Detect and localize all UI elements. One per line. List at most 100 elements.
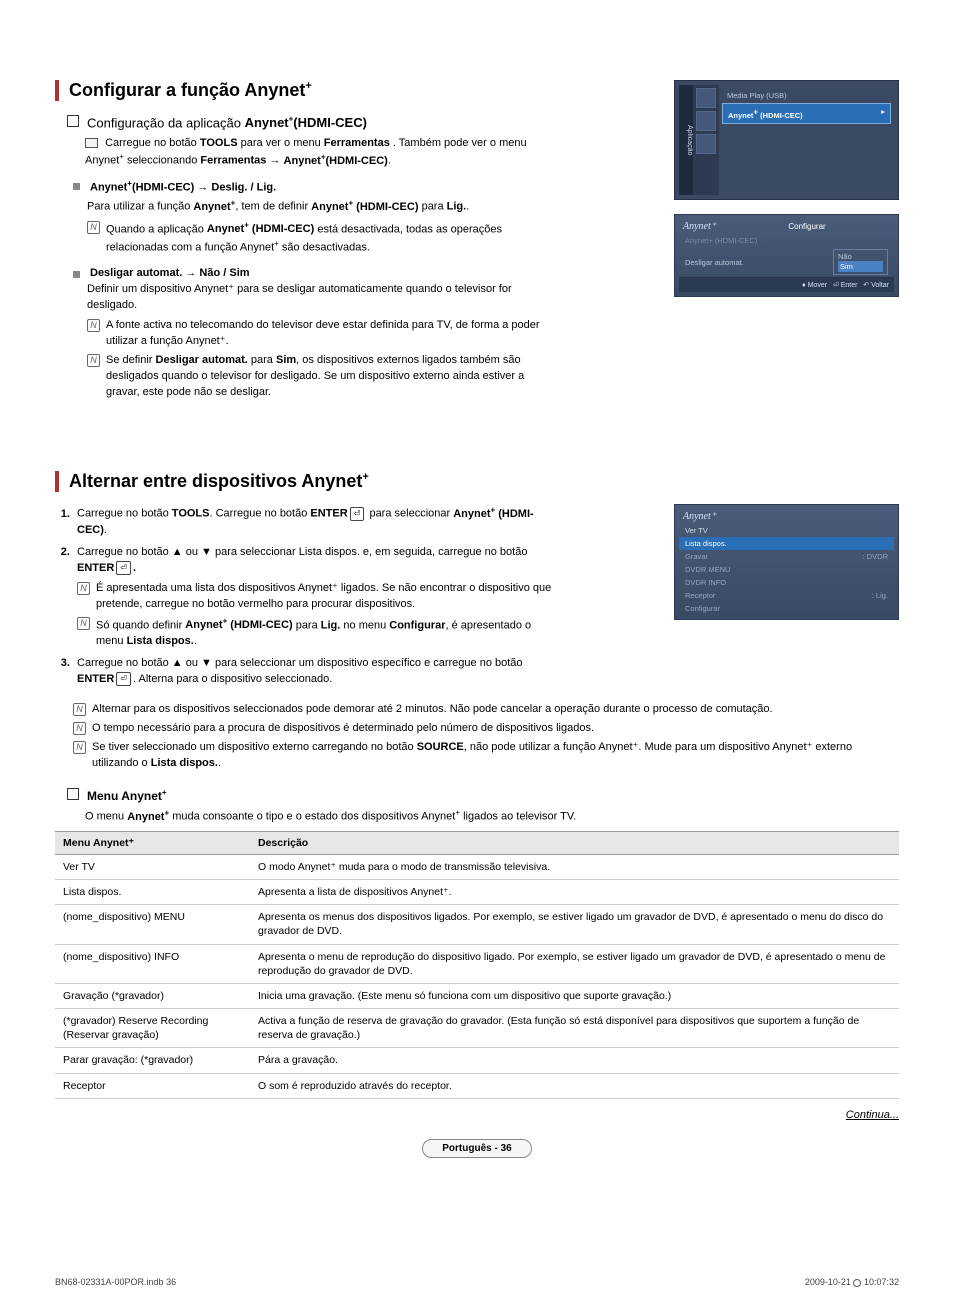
feature-autooff: Desligar automat. → Não / Sim — [69, 267, 555, 279]
table-row: (*gravador) Reserve Recording (Reservar … — [55, 1009, 899, 1048]
table-header-menu: Menu Anynet⁺ — [55, 831, 250, 854]
checkbox-icon — [67, 115, 79, 127]
feature-autooff-note1: A fonte activa no telecomando do televis… — [87, 318, 555, 350]
osd-value-box[interactable]: Não Sim — [833, 249, 888, 275]
language-page-pill: Português - 36 — [422, 1139, 532, 1158]
enter-icon: ⏎ — [350, 507, 365, 521]
note-icon — [73, 741, 86, 754]
enter-icon: ⏎ — [116, 561, 131, 575]
tools-icon — [85, 138, 98, 148]
osd-selected-value[interactable]: Sim — [838, 261, 883, 272]
osd-menu-item[interactable]: Gravar: DVDR — [679, 550, 894, 563]
anynet-menu-table: Menu Anynet⁺ Descrição Ver TVO modo Anyn… — [55, 831, 899, 1099]
osd-row-autooff[interactable]: Desligar automat. Não Sim — [679, 247, 894, 277]
osd-item-anynet[interactable]: Anynet+ (HDMI-CEC) ▸ — [722, 103, 891, 124]
osd-menu-item[interactable]: Receptor: Lig. — [679, 589, 894, 602]
osd-anynet-menu: Anynet⁺ Ver TV Lista dispos. Gravar: DVD… — [674, 504, 899, 620]
osd-menu-item[interactable]: DVDR MENU — [679, 563, 894, 576]
osd-config-title: Configurar — [720, 222, 894, 231]
table-row: (nome_dispositivo) INFOApresenta o menu … — [55, 944, 899, 983]
table-row: ReceptorO som é reproduzido através do r… — [55, 1073, 899, 1098]
note-icon — [87, 221, 100, 234]
clock-icon — [853, 1279, 861, 1287]
anynet-logo: Anynet⁺ — [679, 219, 720, 234]
global-note-3: Se tiver seleccionado um dispositivo ext… — [73, 740, 899, 772]
feature-anynet-note: Quando a aplicação Anynet+ (HDMI-CEC) es… — [87, 220, 555, 257]
steps-list: Carregue no botão TOOLS. Carregue no bot… — [73, 504, 555, 688]
osd-icon — [696, 88, 716, 108]
config-subheading: Configuração da aplicação Anynet+(HDMI-C… — [67, 113, 555, 130]
section2-heading-bar: Alternar entre dispositivos Anynet+ — [55, 471, 899, 492]
table-cell-desc: Inicia uma gravação. (Este menu só funci… — [250, 983, 899, 1008]
table-cell-menu: (nome_dispositivo) MENU — [55, 905, 250, 944]
osd-menu-item-selected[interactable]: Lista dispos. — [679, 537, 894, 550]
section2-title: Alternar entre dispositivos Anynet+ — [69, 471, 899, 492]
table-cell-desc: Pára a gravação. — [250, 1048, 899, 1073]
table-cell-menu: Lista dispos. — [55, 880, 250, 905]
anynet-logo: Anynet⁺ — [679, 509, 894, 524]
note-icon — [73, 703, 86, 716]
square-bullet-icon — [73, 183, 80, 190]
table-cell-desc: Apresenta os menus dos dispositivos liga… — [250, 905, 899, 944]
osd-vertical-tab: Aplicação — [679, 85, 693, 195]
osd-footer: ♦ Mover ⏎ Enter ↶ Voltar — [679, 277, 894, 292]
table-cell-menu: Parar gravação: (*gravador) — [55, 1048, 250, 1073]
section2-title-text: Alternar entre dispositivos Anynet — [69, 471, 362, 491]
table-header-desc: Descrição — [250, 831, 899, 854]
footer-date: 2009-10-21 — [805, 1277, 854, 1287]
table-row: Gravação (*gravador)Inicia uma gravação.… — [55, 983, 899, 1008]
menu-anynet-intro: O menu Anynet+ muda consoante o tipo e o… — [85, 807, 899, 825]
step-3: Carregue no botão ▲ ou ▼ para selecciona… — [73, 656, 555, 688]
table-cell-desc: Activa a função de reserva de gravação d… — [250, 1009, 899, 1048]
osd-item-media-play[interactable]: Media Play (USB) — [722, 88, 891, 103]
feature-anynet-toggle: Anynet+(HDMI-CEC) → Deslig. / Lig. — [69, 179, 555, 194]
osd-row-anynet[interactable]: Anynet+ (HDMI-CEC) — [679, 234, 894, 247]
page-footer: BN68-02331A-00POR.indb 36 2009-10-21 10:… — [55, 1277, 899, 1287]
osd-menu-item[interactable]: DVDR INFO — [679, 576, 894, 589]
global-note-2: O tempo necessário para a procura de dis… — [73, 721, 899, 737]
osd-icon — [696, 134, 716, 154]
step-1: Carregue no botão TOOLS. Carregue no bot… — [73, 504, 555, 539]
square-bullet-icon — [73, 271, 80, 278]
footer-time: 10:07:32 — [864, 1277, 899, 1287]
table-cell-menu: (nome_dispositivo) INFO — [55, 944, 250, 983]
table-cell-menu: Ver TV — [55, 854, 250, 879]
table-cell-desc: Apresenta a lista de dispositivos Anynet… — [250, 880, 899, 905]
enter-icon: ⏎ — [116, 672, 131, 686]
menu-anynet-heading: Menu Anynet+ — [67, 786, 899, 803]
section1-title-text: Configurar a função Anynet — [69, 80, 305, 100]
step2-note1: É apresentada uma lista dos dispositivos… — [77, 581, 555, 613]
table-cell-desc: Apresenta o menu de reprodução do dispos… — [250, 944, 899, 983]
step2-note2: Só quando definir Anynet+ (HDMI-CEC) par… — [77, 616, 555, 651]
tools-instruction: Carregue no botão TOOLS para ver o menu … — [85, 136, 555, 169]
osd-menu-item[interactable]: Ver TV — [679, 524, 894, 537]
table-cell-menu: Gravação (*gravador) — [55, 983, 250, 1008]
osd-icon-column — [693, 85, 719, 195]
osd-application-menu: Aplicação Media Play (USB) Anynet+ (HDMI… — [674, 80, 899, 200]
checkbox-icon — [67, 788, 79, 800]
table-cell-desc: O modo Anynet⁺ muda para o modo de trans… — [250, 854, 899, 879]
feature-autooff-note2: Se definir Desligar automat. para Sim, o… — [87, 353, 555, 401]
footer-filename: BN68-02331A-00POR.indb 36 — [55, 1277, 176, 1287]
table-cell-menu: Receptor — [55, 1073, 250, 1098]
note-icon — [77, 582, 90, 595]
note-icon — [87, 354, 100, 367]
note-icon — [87, 319, 100, 332]
plus-sup: + — [305, 80, 311, 92]
table-row: (nome_dispositivo) MENUApresenta os menu… — [55, 905, 899, 944]
osd-icon — [696, 111, 716, 131]
note-icon — [73, 722, 86, 735]
table-row: Ver TVO modo Anynet⁺ muda para o modo de… — [55, 854, 899, 879]
table-cell-desc: O som é reproduzido através do receptor. — [250, 1073, 899, 1098]
section1-heading-bar: Configurar a função Anynet+ — [55, 80, 555, 101]
continued-label: Continua... — [55, 1109, 899, 1121]
feature-autooff-body: Definir um dispositivo Anynet⁺ para se d… — [87, 282, 555, 314]
global-note-1: Alternar para os dispositivos selecciona… — [73, 702, 899, 718]
table-row: Lista dispos.Apresenta a lista de dispos… — [55, 880, 899, 905]
section1-title: Configurar a função Anynet+ — [69, 80, 555, 101]
step-2: Carregue no botão ▲ ou ▼ para selecciona… — [73, 545, 555, 650]
table-cell-menu: (*gravador) Reserve Recording (Reservar … — [55, 1009, 250, 1048]
osd-menu-item[interactable]: Configurar — [679, 602, 894, 615]
osd-configure-panel: Anynet⁺ Configurar Anynet+ (HDMI-CEC) De… — [674, 214, 899, 297]
table-row: Parar gravação: (*gravador)Pára a gravaç… — [55, 1048, 899, 1073]
